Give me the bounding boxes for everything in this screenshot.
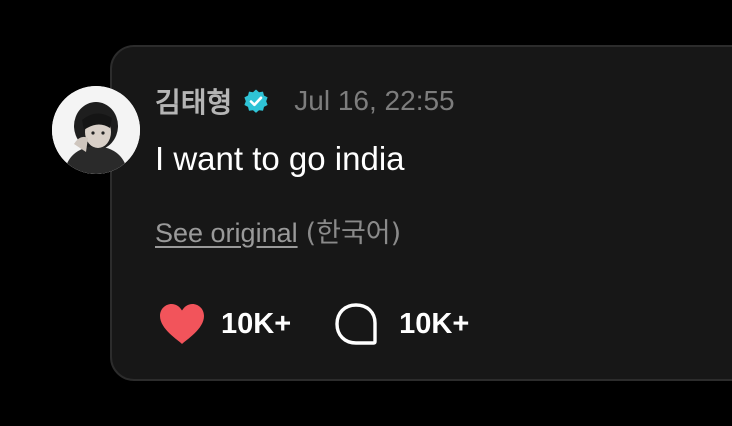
avatar-photo: [52, 86, 140, 174]
post-actions: 10K+ 10K+: [157, 300, 469, 348]
like-button[interactable]: 10K+: [157, 301, 291, 347]
see-original-link[interactable]: See original: [155, 218, 298, 248]
post-header: 김태형 Jul 16, 22:55: [155, 82, 455, 120]
avatar[interactable]: [52, 86, 140, 174]
verified-badge-icon: [244, 89, 268, 113]
comment-count: 10K+: [399, 307, 470, 340]
original-language-label: (한국어): [305, 218, 402, 249]
comment-button[interactable]: 10K+: [331, 301, 469, 347]
post-message: I want to go india: [155, 140, 405, 177]
speech-bubble-icon: [335, 303, 377, 345]
like-count: 10K+: [221, 307, 292, 340]
translation-row: See original (한국어): [155, 211, 401, 250]
post-date: Jul 16, 22:55: [294, 85, 455, 116]
heart-icon: [160, 304, 204, 344]
author-name[interactable]: 김태형: [155, 81, 232, 121]
